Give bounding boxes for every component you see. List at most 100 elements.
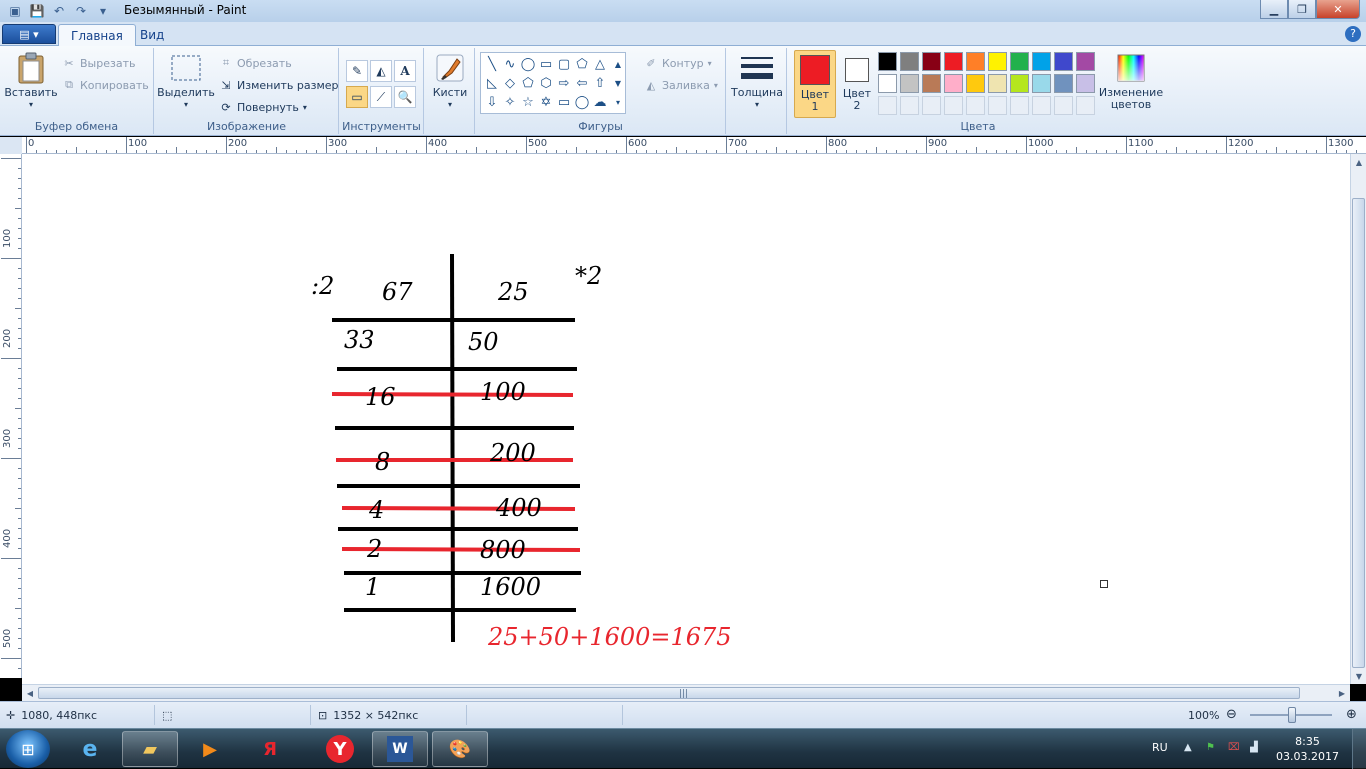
tray-expand-icon[interactable]: ▲ (1184, 742, 1196, 754)
show-desktop-button[interactable] (1352, 729, 1366, 769)
edit-colors-button[interactable]: Изменение цветов (1098, 52, 1164, 111)
palette-color[interactable] (1032, 74, 1051, 93)
select-button[interactable]: Выделить ▾ (157, 52, 215, 111)
palette-color[interactable] (1010, 74, 1029, 93)
vertical-scroll-thumb[interactable] (1352, 198, 1365, 668)
horizontal-scroll-thumb[interactable]: ||| (38, 687, 1300, 699)
palette-color[interactable] (988, 52, 1007, 71)
vertical-scrollbar[interactable]: ▲ ▼ (1350, 154, 1366, 684)
palette-color[interactable] (1076, 96, 1095, 115)
palette-color[interactable] (878, 96, 897, 115)
triangle-shape-icon[interactable]: △ (591, 55, 609, 73)
redo-icon[interactable]: ↷ (72, 2, 90, 19)
down-arrow-shape-icon[interactable]: ⇩ (483, 93, 501, 111)
callout-oval-shape-icon[interactable]: ◯ (573, 93, 591, 111)
zoom-in-icon[interactable]: ⊕ (1346, 707, 1357, 722)
taskbar-word[interactable]: W (372, 731, 428, 767)
help-icon[interactable]: ? (1345, 26, 1361, 42)
palette-color[interactable] (922, 96, 941, 115)
undo-icon[interactable]: ↶ (50, 2, 68, 19)
outline-button[interactable]: ✐ Контур ▾ (644, 56, 711, 70)
fill-button[interactable]: ◭ Заливка ▾ (644, 78, 718, 92)
scroll-right-icon[interactable]: ▶ (1335, 686, 1349, 700)
palette-color[interactable] (922, 74, 941, 93)
callout-cloud-shape-icon[interactable]: ☁ (591, 93, 609, 111)
tab-view[interactable]: Вид (128, 24, 176, 46)
palette-color[interactable] (966, 52, 985, 71)
palette-color[interactable] (966, 74, 985, 93)
resize-button[interactable]: ⇲ Изменить размер (219, 78, 338, 92)
rotate-button[interactable]: ⟳ Повернуть ▾ (219, 100, 306, 114)
scroll-down-icon[interactable]: ▼ (1352, 669, 1366, 683)
palette-color[interactable] (1054, 74, 1073, 93)
tray-signal-icon[interactable]: ▟ (1250, 742, 1262, 754)
pencil-tool[interactable]: ✎ (346, 60, 368, 82)
tab-home[interactable]: Главная (58, 24, 136, 46)
four-point-star-shape-icon[interactable]: ✧ (501, 93, 519, 111)
right-arrow-shape-icon[interactable]: ⇨ (555, 74, 573, 92)
palette-color[interactable] (988, 74, 1007, 93)
right-triangle-shape-icon[interactable]: ◺ (483, 74, 501, 92)
scroll-up-icon[interactable]: ▲ (1352, 155, 1366, 169)
palette-color[interactable] (944, 74, 963, 93)
palette-color[interactable] (944, 96, 963, 115)
curve-shape-icon[interactable]: ∿ (501, 55, 519, 73)
oval-shape-icon[interactable]: ◯ (519, 55, 537, 73)
copy-button[interactable]: ⧉ Копировать (62, 78, 149, 92)
color2-button[interactable]: Цвет 2 (840, 54, 874, 112)
start-button[interactable]: ⊞ (6, 730, 50, 768)
app-menu-button[interactable]: ▤ ▾ (2, 24, 56, 44)
taskbar-media-player[interactable]: ▶ (182, 731, 238, 767)
palette-color[interactable] (944, 52, 963, 71)
color1-button[interactable]: Цвет 1 (794, 50, 836, 118)
line-shape-icon[interactable]: ╲ (483, 55, 501, 73)
palette-color[interactable] (1054, 52, 1073, 71)
shapes-scroll-down-icon[interactable]: ▼ (609, 74, 627, 92)
cut-button[interactable]: ✂ Вырезать (62, 56, 135, 70)
restore-button[interactable]: ❐ (1288, 0, 1316, 19)
diamond-shape-icon[interactable]: ◇ (501, 74, 519, 92)
palette-color[interactable] (1010, 52, 1029, 71)
rounded-rectangle-shape-icon[interactable]: ▢ (555, 55, 573, 73)
canvas-resize-handle[interactable] (1100, 580, 1108, 588)
fill-tool[interactable]: ◭ (370, 60, 392, 82)
language-indicator[interactable]: RU (1152, 741, 1168, 754)
taskbar-explorer[interactable]: ▰ (122, 731, 178, 767)
palette-color[interactable] (878, 74, 897, 93)
palette-color[interactable] (966, 96, 985, 115)
color-picker-tool[interactable]: ⟋ (370, 86, 392, 108)
palette-color[interactable] (1032, 52, 1051, 71)
palette-color[interactable] (988, 96, 1007, 115)
size-button[interactable]: Толщина ▾ (731, 52, 783, 111)
five-point-star-shape-icon[interactable]: ☆ (519, 93, 537, 111)
text-tool[interactable]: A (394, 60, 416, 82)
zoom-slider-thumb[interactable] (1288, 707, 1296, 723)
tray-flag-icon[interactable]: ⚑ (1206, 742, 1218, 754)
clock[interactable]: 8:35 03.03.2017 (1276, 734, 1339, 764)
tray-network-icon[interactable]: ⌧ (1228, 742, 1240, 754)
palette-color[interactable] (878, 52, 897, 71)
palette-color[interactable] (1010, 96, 1029, 115)
minimize-button[interactable]: ▁ (1260, 0, 1288, 19)
taskbar-yandex-browser[interactable]: Y (312, 731, 368, 767)
close-button[interactable]: ✕ (1316, 0, 1360, 19)
hexagon-shape-icon[interactable]: ⬡ (537, 74, 555, 92)
palette-color[interactable] (900, 52, 919, 71)
up-arrow-shape-icon[interactable]: ⇧ (591, 74, 609, 92)
palette-color[interactable] (900, 74, 919, 93)
palette-color[interactable] (1076, 52, 1095, 71)
palette-color[interactable] (1054, 96, 1073, 115)
palette-color[interactable] (1032, 96, 1051, 115)
pentagon-shape-icon[interactable]: ⬠ (519, 74, 537, 92)
brushes-button[interactable]: Кисти ▾ (431, 52, 469, 111)
paint-app-icon[interactable]: ▣ (6, 2, 24, 19)
paste-button[interactable]: Вставить ▾ (4, 52, 58, 111)
palette-color[interactable] (1076, 74, 1095, 93)
taskbar-yandex[interactable]: Я (242, 731, 298, 767)
callout-rectangle-shape-icon[interactable]: ▭ (555, 93, 573, 111)
drawing-canvas[interactable]: :2 *2 67 33 16 8 4 2 1 25 50 100 200 400… (22, 154, 1350, 684)
palette-color[interactable] (922, 52, 941, 71)
shapes-expand-icon[interactable]: ▾ (609, 93, 627, 111)
horizontal-scrollbar[interactable]: ◀ ||| ▶ (22, 684, 1350, 701)
eraser-tool[interactable]: ▭ (346, 86, 368, 108)
